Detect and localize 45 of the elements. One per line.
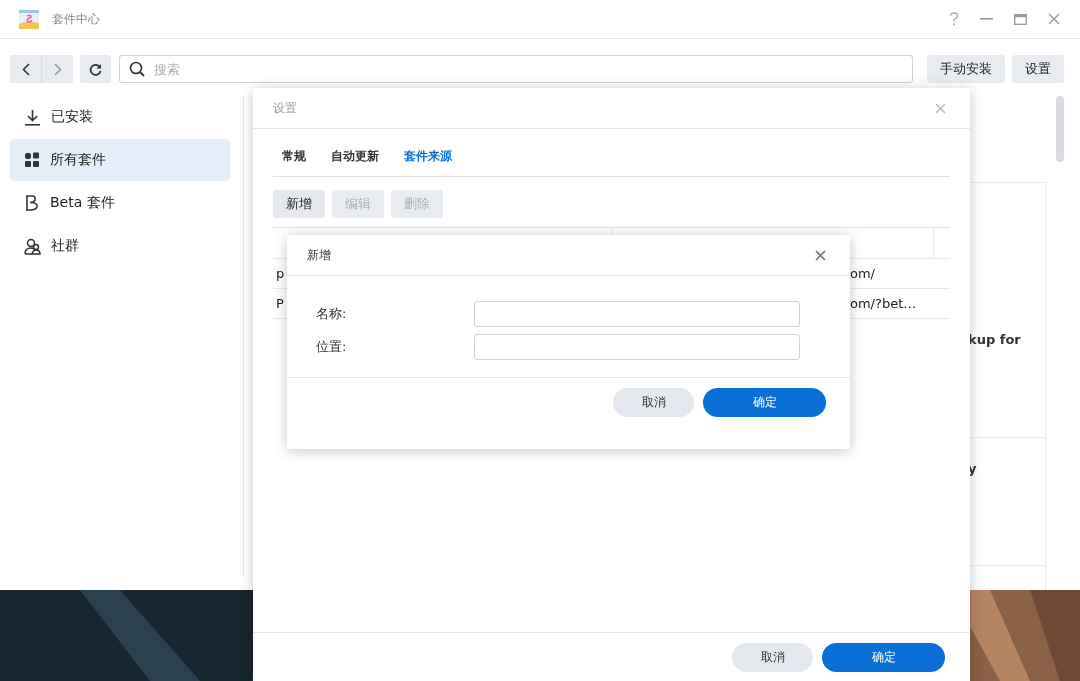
window-title: 套件中心: [52, 10, 100, 28]
sidebar-item[interactable]: 社群: [10, 225, 230, 267]
tab[interactable]: 自动更新: [331, 148, 379, 176]
dialog-title: 新增: [307, 246, 331, 264]
beta-icon: [24, 194, 40, 212]
confirm-button[interactable]: 确定: [703, 388, 826, 417]
grid-icon: [24, 152, 40, 168]
scrollbar[interactable]: [1056, 96, 1064, 162]
input-field[interactable]: [474, 301, 800, 327]
toolbar-button[interactable]: 手动安装: [927, 55, 1005, 83]
chevron-left-icon: [21, 62, 30, 76]
table-cell: om/: [850, 266, 875, 281]
minimize-icon[interactable]: [980, 18, 993, 20]
people-icon: [24, 237, 41, 255]
search-field[interactable]: 搜索: [119, 55, 913, 83]
input-field[interactable]: [474, 334, 800, 360]
table-cell: p: [276, 266, 285, 281]
tab[interactable]: 套件来源: [404, 148, 452, 176]
field-label: 名称:: [316, 305, 348, 323]
help-icon[interactable]: [949, 12, 959, 26]
refresh-icon: [89, 62, 102, 76]
dialog-title: 设置: [273, 99, 297, 117]
table-cell: P: [276, 296, 284, 311]
tab[interactable]: 常规: [282, 148, 306, 176]
close-icon[interactable]: [1048, 13, 1060, 25]
field-label: 位置:: [316, 338, 348, 356]
close-icon[interactable]: [935, 102, 946, 114]
chevron-right-icon: [53, 62, 62, 76]
forward-button[interactable]: [42, 55, 73, 83]
toolbar-button[interactable]: 设置: [1012, 55, 1064, 83]
cancel-button[interactable]: 取消: [613, 388, 694, 417]
cancel-button[interactable]: 取消: [732, 643, 813, 672]
download-icon: [24, 108, 41, 126]
sidebar-item[interactable]: 已安装: [10, 96, 230, 138]
close-icon[interactable]: [815, 249, 826, 261]
back-button[interactable]: [10, 55, 41, 83]
search-icon: [129, 61, 145, 77]
sidebar-item[interactable]: Beta 套件: [10, 182, 230, 224]
confirm-button[interactable]: 确定: [822, 643, 945, 672]
maximize-icon[interactable]: [1014, 13, 1027, 25]
refresh-button[interactable]: [80, 55, 111, 83]
table-cell: om/?bet…: [850, 296, 917, 311]
app-icon: [18, 8, 40, 30]
sidebar-item[interactable]: 所有套件: [10, 139, 230, 181]
action-button[interactable]: 新增: [273, 190, 325, 218]
